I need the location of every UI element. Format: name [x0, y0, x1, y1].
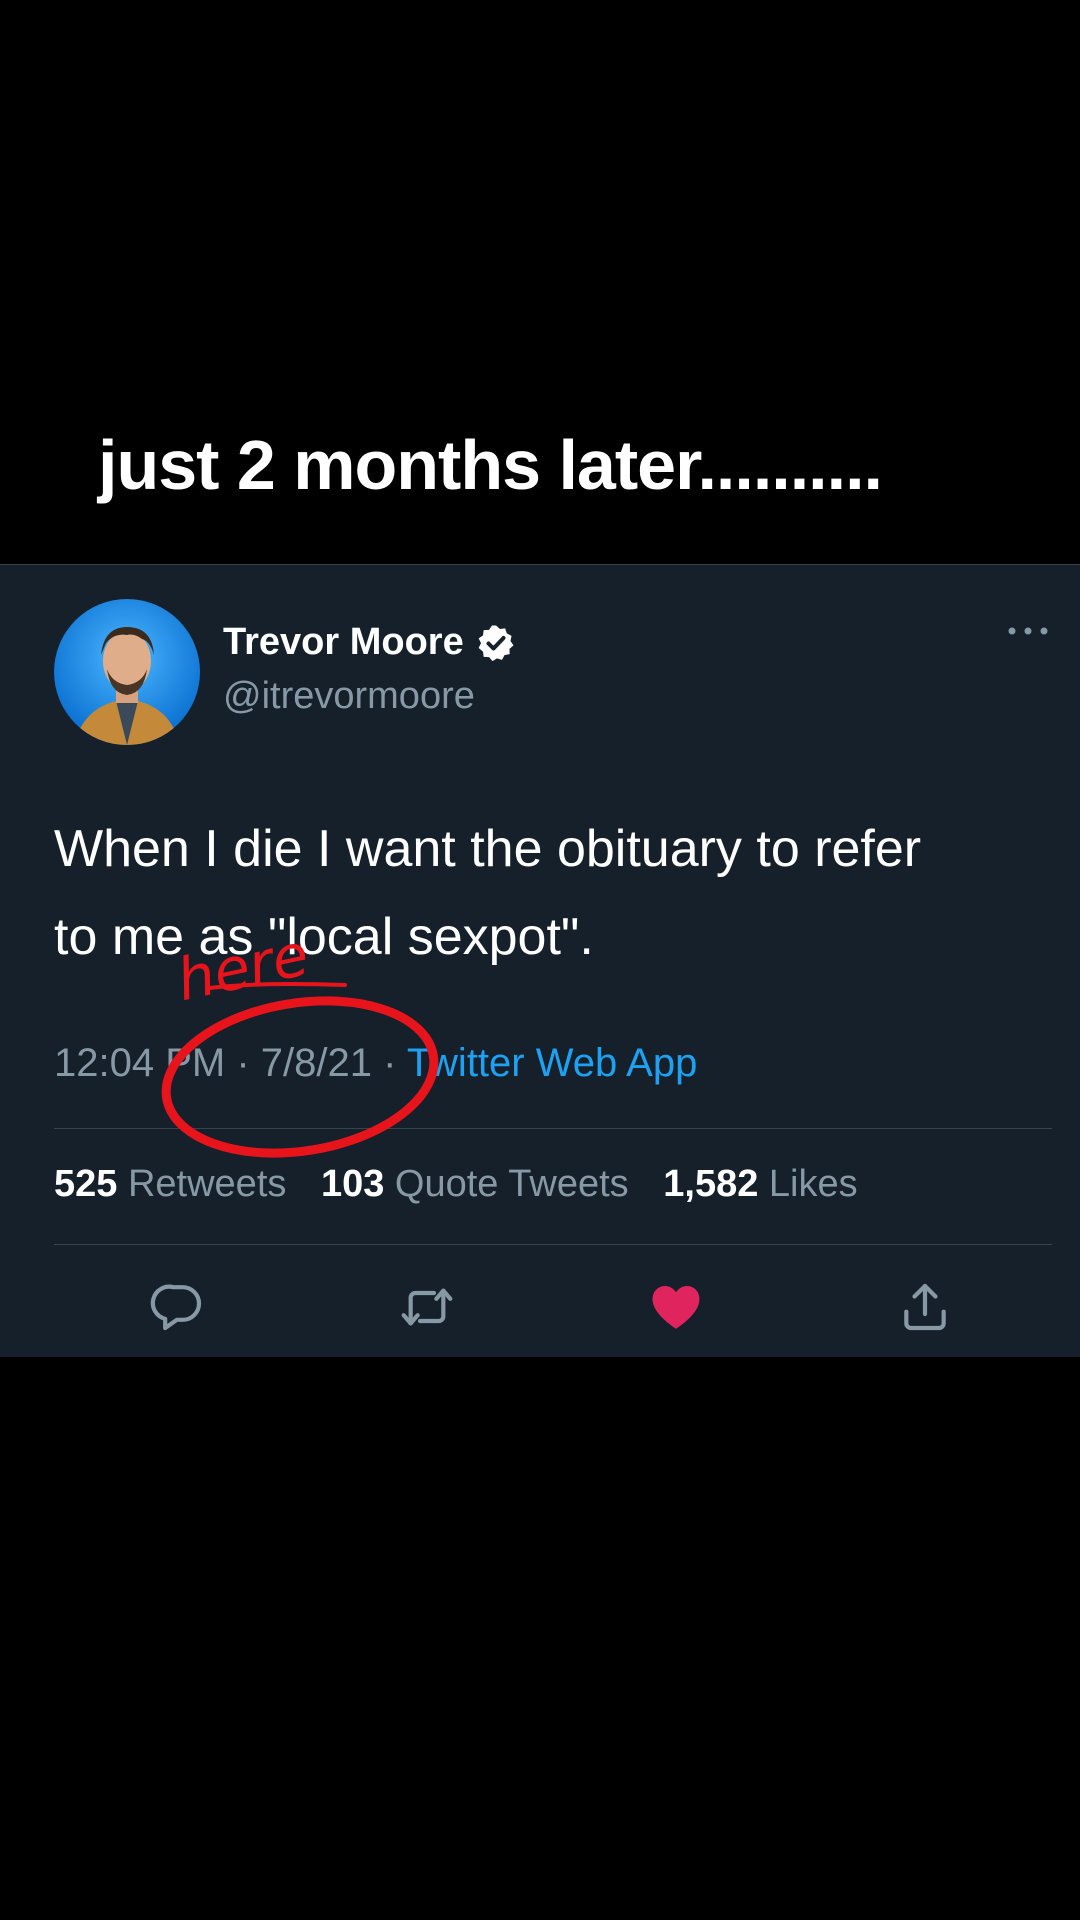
tweet-text: When I die I want the obituary to refer … [54, 805, 1034, 981]
divider [54, 1128, 1052, 1129]
tweet-stats: 525 Retweets 103 Quote Tweets 1,582 Like… [54, 1163, 882, 1206]
avatar[interactable] [54, 599, 200, 745]
tweet-text-line-2: to me as "local sexpot". [54, 908, 594, 966]
author-handle[interactable]: @itrevormoore [223, 675, 475, 718]
share-icon[interactable] [897, 1279, 953, 1335]
tweet-source[interactable]: Twitter Web App [407, 1041, 698, 1085]
author-name[interactable]: Trevor Moore [223, 621, 464, 664]
quotes-label[interactable]: Quote Tweets [395, 1163, 629, 1205]
avatar-image [54, 599, 200, 745]
retweets-label[interactable]: Retweets [128, 1163, 286, 1205]
verified-icon [478, 625, 514, 661]
tweet-meta: 12:04 PM · 7/8/21 · Twitter Web App [54, 1041, 697, 1086]
quotes-count[interactable]: 103 [321, 1163, 384, 1205]
more-icon[interactable] [1006, 621, 1050, 641]
retweet-icon[interactable] [399, 1279, 455, 1335]
overlay-caption: just 2 months later.......... [98, 426, 883, 504]
reply-icon[interactable] [150, 1279, 206, 1335]
retweets-count[interactable]: 525 [54, 1163, 117, 1205]
tweet-time[interactable]: 12:04 PM [54, 1041, 225, 1085]
meta-separator: · [371, 1041, 407, 1085]
divider [54, 1244, 1052, 1245]
tweet-text-line-1: When I die I want the obituary to refer [54, 820, 922, 878]
likes-count[interactable]: 1,582 [663, 1163, 758, 1205]
like-icon[interactable] [648, 1279, 704, 1335]
likes-label[interactable]: Likes [769, 1163, 858, 1205]
author-name-row[interactable]: Trevor Moore [223, 621, 516, 664]
tweet-date[interactable]: 7/8/21 [261, 1041, 372, 1085]
meta-separator: · [225, 1041, 261, 1085]
tweet-card: Trevor Moore @itrevormoore When I die I … [0, 564, 1080, 1357]
